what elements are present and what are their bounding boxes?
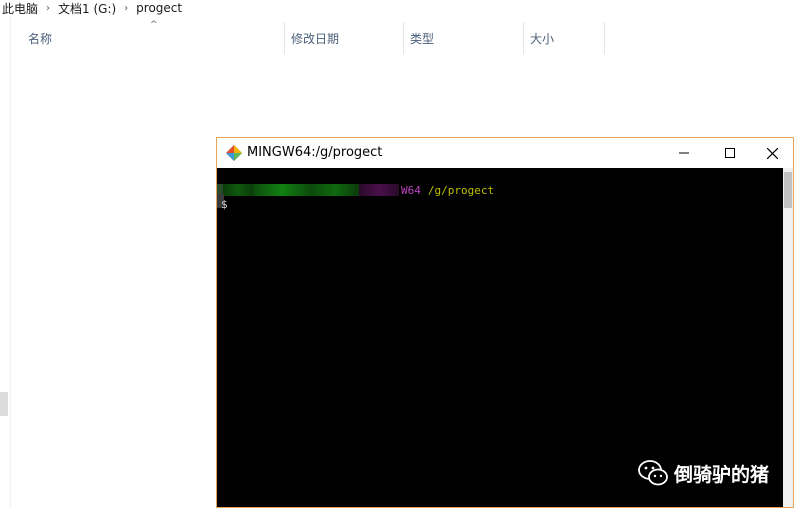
redacted-host xyxy=(311,184,359,196)
redacted-host xyxy=(253,184,311,196)
terminal-console[interactable]: W64 /g/progect $ xyxy=(217,168,783,507)
minimize-icon xyxy=(679,152,689,154)
breadcrumb: 此电脑 › 文档1 (G:) › progect xyxy=(0,0,794,16)
breadcrumb-drive-g[interactable]: 文档1 (G:) xyxy=(56,0,118,17)
git-bash-icon xyxy=(226,145,242,161)
breadcrumb-progect[interactable]: progect xyxy=(134,1,184,15)
column-divider[interactable] xyxy=(604,22,605,54)
close-icon xyxy=(766,147,778,159)
redacted-user xyxy=(223,184,253,196)
navigation-scrollbar-thumb[interactable] xyxy=(0,392,8,416)
terminal-scrollbar-thumb[interactable] xyxy=(784,172,792,208)
maximize-icon xyxy=(725,148,735,158)
redacted-env xyxy=(359,184,399,196)
chevron-right-icon[interactable]: › xyxy=(40,3,56,14)
column-header-size[interactable]: 大小 xyxy=(524,22,604,54)
terminal-scrollbar[interactable] xyxy=(783,168,793,507)
minimize-button[interactable] xyxy=(661,138,707,168)
wechat-icon xyxy=(638,460,668,486)
watermark-text: 倒骑驴的猪 xyxy=(674,463,770,486)
terminal-prompt-line: W64 /g/progect xyxy=(217,183,494,197)
breadcrumb-this-pc[interactable]: 此电脑 xyxy=(0,0,40,17)
maximize-button[interactable] xyxy=(707,138,753,168)
close-button[interactable] xyxy=(749,138,794,168)
column-header-name[interactable]: 名称 xyxy=(22,22,284,54)
prompt-path: /g/progect xyxy=(427,183,495,197)
terminal-titlebar[interactable]: MINGW64:/g/progect xyxy=(217,138,793,168)
column-header-type[interactable]: 类型 xyxy=(404,22,522,54)
watermark: 倒骑驴的猪 xyxy=(638,458,769,488)
navigation-pane-edge xyxy=(0,16,11,508)
prompt-symbol: $ xyxy=(221,198,228,211)
terminal-window[interactable]: MINGW64:/g/progect W64 /g/progect $ xyxy=(216,137,794,508)
terminal-title: MINGW64:/g/progect xyxy=(247,145,383,160)
prompt-env: W64 xyxy=(401,183,421,197)
column-header-modified-date[interactable]: 修改日期 xyxy=(285,22,403,54)
chevron-right-icon[interactable]: › xyxy=(118,3,134,14)
